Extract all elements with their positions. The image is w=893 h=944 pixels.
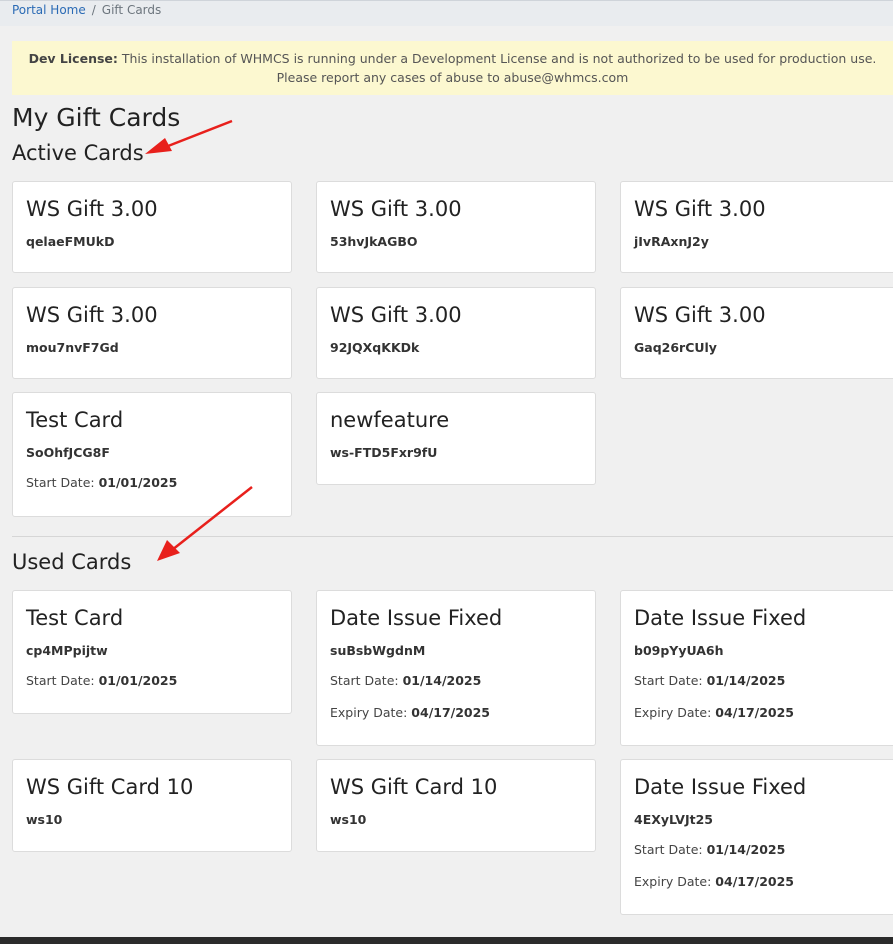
gift-card-name: WS Gift 3.00 <box>26 303 158 327</box>
dev-license-banner: Dev License: This installation of WHMCS … <box>12 41 893 95</box>
gift-card-name: WS Gift 3.00 <box>330 303 462 327</box>
gift-card-name: newfeature <box>330 408 450 432</box>
start-date-label: Start Date: <box>26 673 95 688</box>
gift-card: WS Gift 3.00 92JQXqKKDk <box>316 287 596 379</box>
gift-card: WS Gift 3.00 qelaeFMUkD <box>12 181 292 273</box>
expiry-date-value: 04/17/2025 <box>715 705 795 720</box>
gift-card-name: WS Gift 3.00 <box>634 303 766 327</box>
dev-license-label: Dev License: <box>28 51 118 66</box>
start-date-label: Start Date: <box>26 475 95 490</box>
gift-card-name: WS Gift 3.00 <box>634 197 766 221</box>
gift-card: WS Gift Card 10 ws10 <box>316 759 596 852</box>
gift-card-code: ws10 <box>330 812 367 827</box>
gift-card-start-date: Start Date: 01/01/2025 <box>26 673 278 689</box>
dev-license-text: This installation of WHMCS is running un… <box>117 51 877 66</box>
active-cards-heading: Active Cards <box>12 141 144 165</box>
start-date-label: Start Date: <box>634 842 703 857</box>
gift-card-name: WS Gift Card 10 <box>26 775 194 799</box>
gift-card-name: WS Gift Card 10 <box>330 775 498 799</box>
gift-card: WS Gift Card 10 ws10 <box>12 759 292 852</box>
start-date-value: 01/01/2025 <box>98 673 178 688</box>
gift-card-start-date: Start Date: 01/14/2025 <box>330 673 582 689</box>
gift-card-expiry-date: Expiry Date: 04/17/2025 <box>634 874 886 890</box>
expiry-date-value: 04/17/2025 <box>715 874 795 889</box>
gift-card-start-date: Start Date: 01/14/2025 <box>634 842 886 858</box>
gift-card-name: Date Issue Fixed <box>634 606 807 630</box>
gift-card-name: Test Card <box>26 408 124 432</box>
page-title: My Gift Cards <box>12 103 181 132</box>
gift-card: newfeature ws-FTD5Fxr9fU <box>316 392 596 485</box>
gift-card: WS Gift 3.00 Gaq26rCUly <box>620 287 893 379</box>
gift-card-code: 53hvJkAGBO <box>330 234 418 249</box>
expiry-date-label: Expiry Date: <box>330 705 408 720</box>
gift-card-start-date: Start Date: 01/01/2025 <box>26 475 278 491</box>
gift-card-start-date: Start Date: 01/14/2025 <box>634 673 886 689</box>
section-divider <box>12 536 893 537</box>
gift-card: Test Card SoOhfJCG8F Start Date: 01/01/2… <box>12 392 292 517</box>
expiry-date-label: Expiry Date: <box>634 705 712 720</box>
expiry-date-value: 04/17/2025 <box>411 705 491 720</box>
breadcrumb: Portal Home / Gift Cards <box>12 3 161 17</box>
start-date-value: 01/14/2025 <box>706 842 786 857</box>
gift-card-code: 92JQXqKKDk <box>330 340 420 355</box>
gift-card-code: Gaq26rCUly <box>634 340 717 355</box>
footer-strip <box>0 937 893 944</box>
gift-card-expiry-date: Expiry Date: 04/17/2025 <box>330 705 582 721</box>
gift-card-code: jIvRAxnJ2y <box>634 234 709 249</box>
gift-card-code: ws-FTD5Fxr9fU <box>330 445 438 460</box>
gift-card: WS Gift 3.00 jIvRAxnJ2y <box>620 181 893 273</box>
gift-card: Date Issue Fixed b09pYyUA6h Start Date: … <box>620 590 893 746</box>
gift-card-code: b09pYyUA6h <box>634 643 724 658</box>
start-date-label: Start Date: <box>634 673 703 688</box>
breadcrumb-portal-home-link[interactable]: Portal Home <box>12 3 86 17</box>
gift-card-expiry-date: Expiry Date: 04/17/2025 <box>634 705 886 721</box>
gift-card-code: cp4MPpijtw <box>26 643 108 658</box>
gift-card-code: suBsbWgdnM <box>330 643 426 658</box>
gift-card-code: 4EXyLVJt25 <box>634 812 713 827</box>
breadcrumb-separator: / <box>91 3 96 17</box>
gift-card-name: WS Gift 3.00 <box>330 197 462 221</box>
gift-card: Test Card cp4MPpijtw Start Date: 01/01/2… <box>12 590 292 714</box>
dev-license-abuse-text: Please report any cases of abuse to abus… <box>276 70 629 85</box>
gift-card-code: mou7nvF7Gd <box>26 340 119 355</box>
gift-card-code: qelaeFMUkD <box>26 234 115 249</box>
start-date-value: 01/14/2025 <box>706 673 786 688</box>
breadcrumb-bar: Portal Home / Gift Cards <box>0 0 893 26</box>
gift-card: WS Gift 3.00 53hvJkAGBO <box>316 181 596 273</box>
gift-card-name: Test Card <box>26 606 124 630</box>
gift-card: Date Issue Fixed 4EXyLVJt25 Start Date: … <box>620 759 893 915</box>
gift-card-name: WS Gift 3.00 <box>26 197 158 221</box>
start-date-label: Start Date: <box>330 673 399 688</box>
start-date-value: 01/14/2025 <box>402 673 482 688</box>
gift-card: WS Gift 3.00 mou7nvF7Gd <box>12 287 292 379</box>
gift-card: Date Issue Fixed suBsbWgdnM Start Date: … <box>316 590 596 746</box>
gift-card-name: Date Issue Fixed <box>634 775 807 799</box>
gift-card-code: SoOhfJCG8F <box>26 445 110 460</box>
breadcrumb-current: Gift Cards <box>101 3 162 17</box>
gift-card-code: ws10 <box>26 812 63 827</box>
gift-card-name: Date Issue Fixed <box>330 606 503 630</box>
expiry-date-label: Expiry Date: <box>634 874 712 889</box>
used-cards-heading: Used Cards <box>12 550 132 574</box>
start-date-value: 01/01/2025 <box>98 475 178 490</box>
